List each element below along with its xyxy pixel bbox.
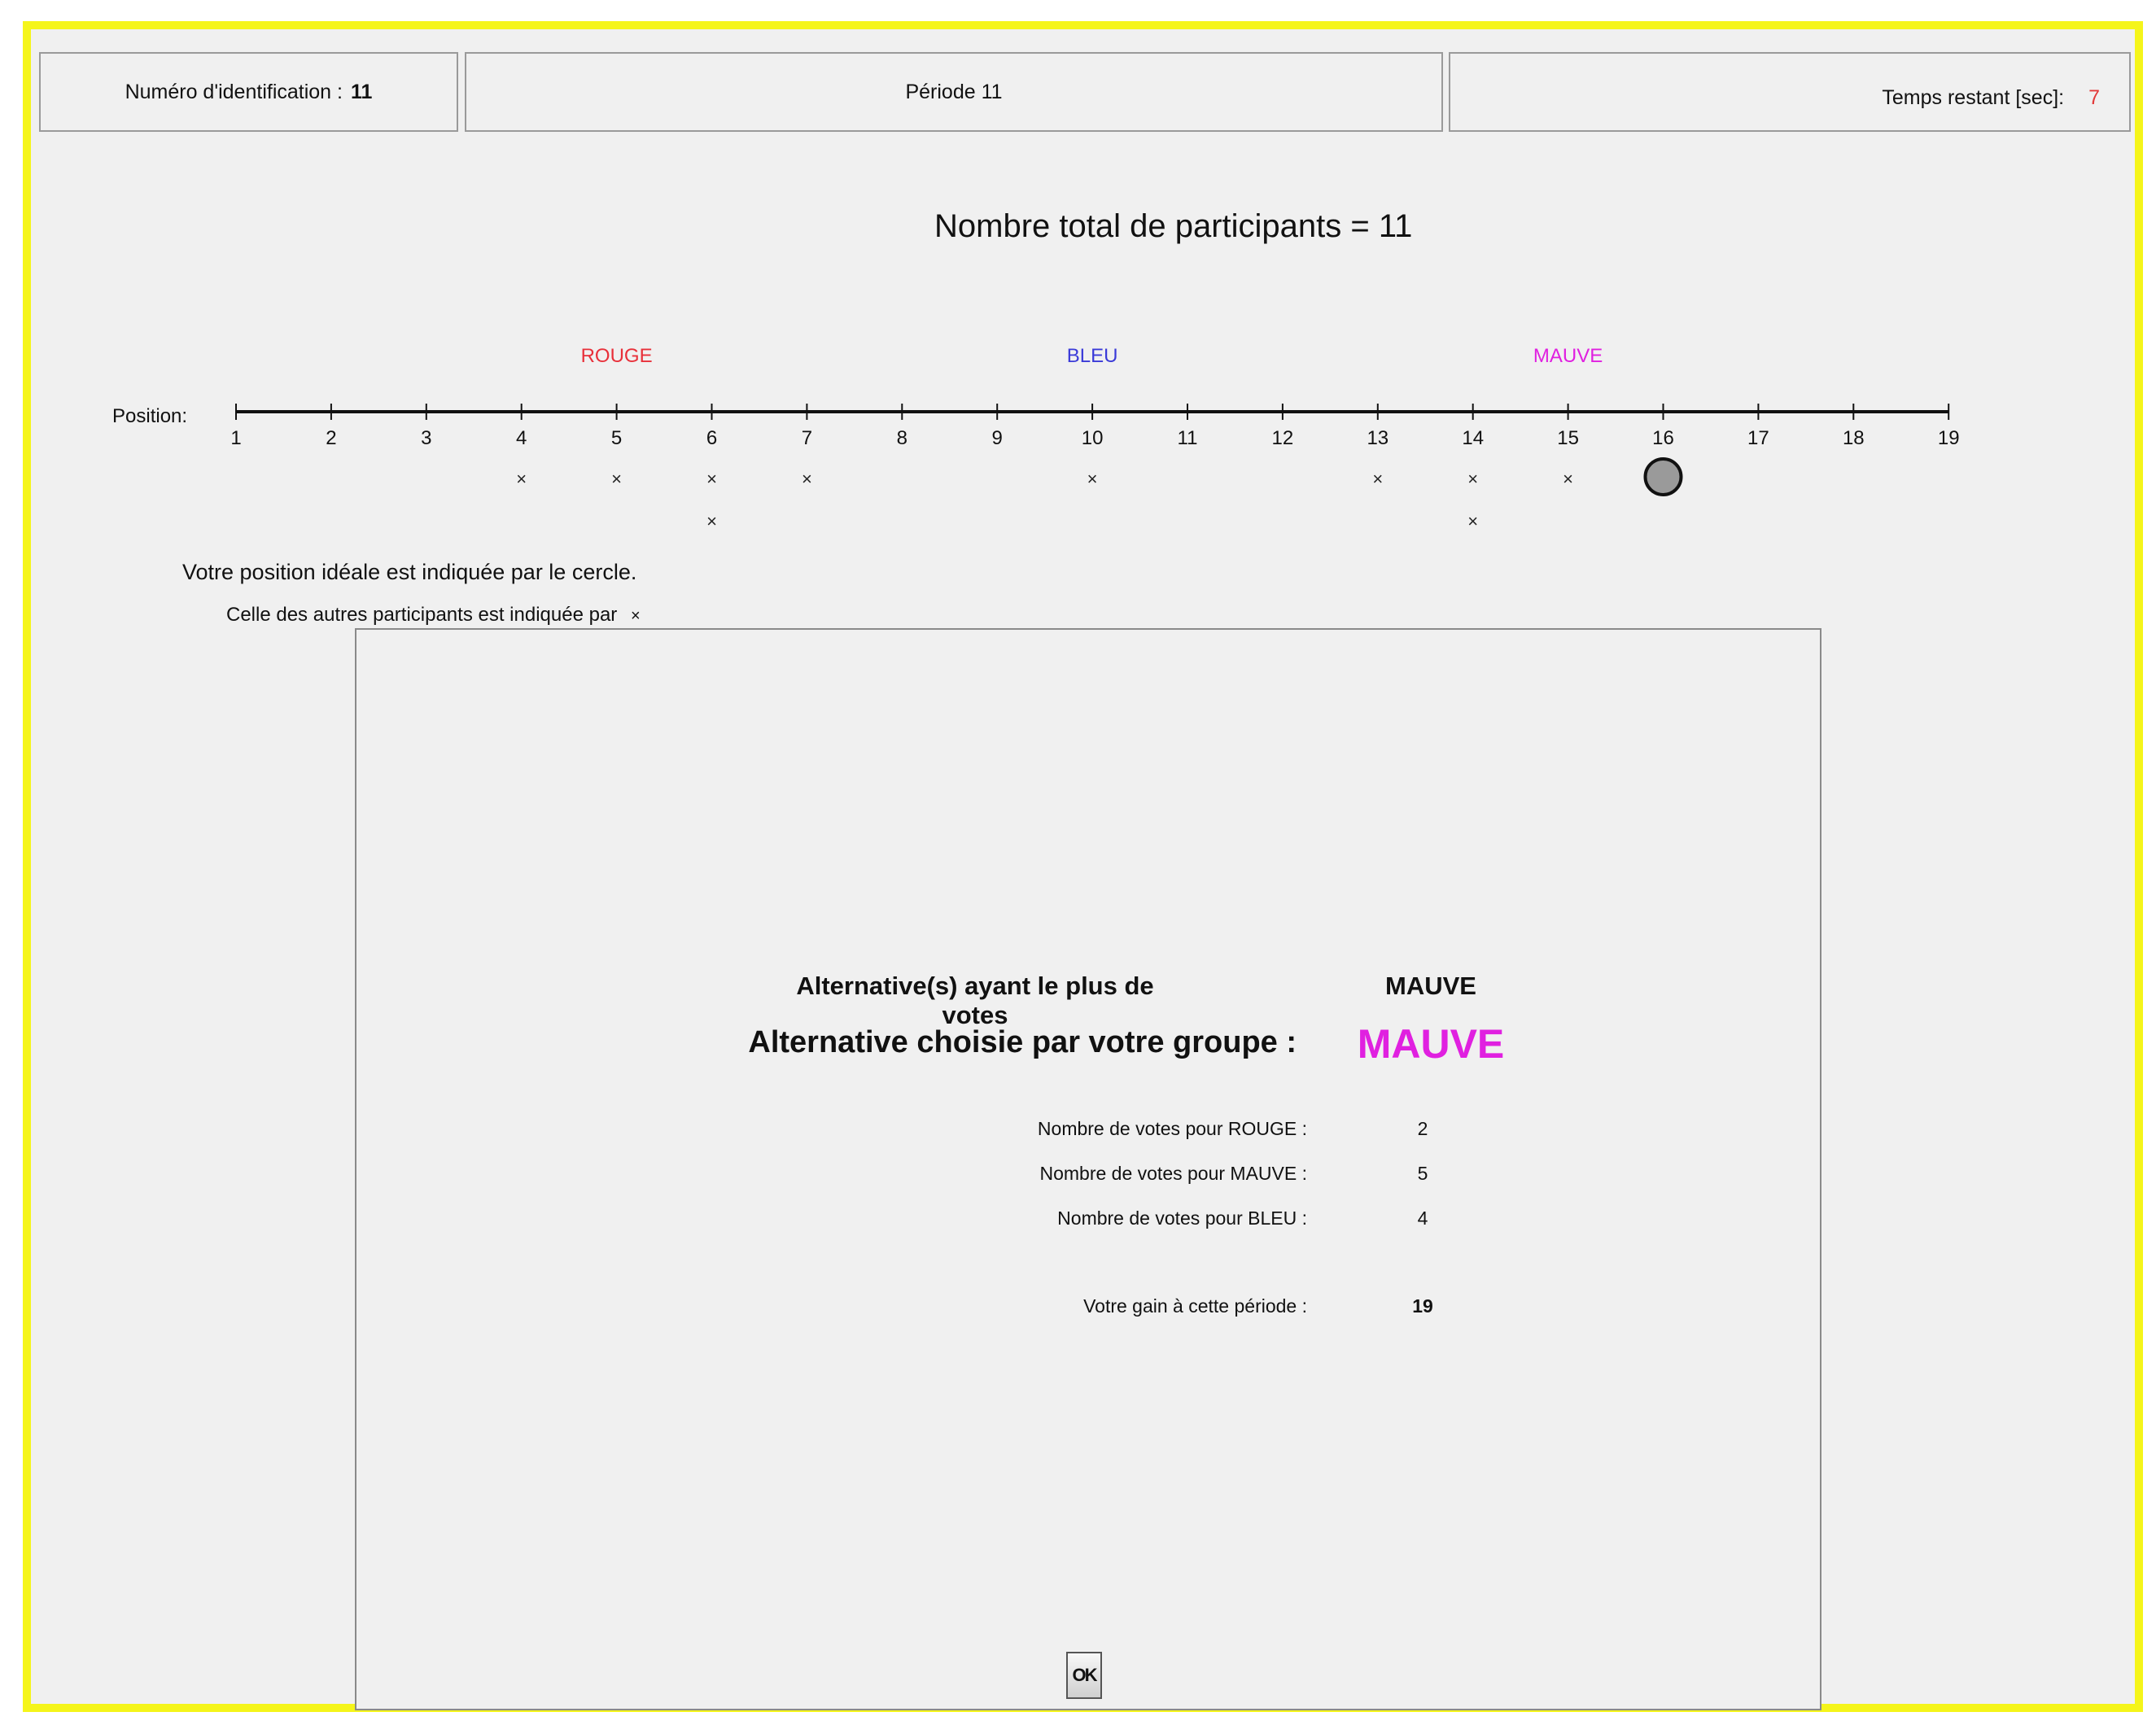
gain-label: Votre gain à cette période : [1083,1295,1307,1317]
time-label: Temps restant [sec]: [1882,85,2065,109]
id-label: Numéro d'identification : [125,80,343,103]
results-panel: Alternative(s) ayant le plus de votes MA… [355,628,1821,1710]
axis-tick-label: 18 [1843,427,1865,449]
chosen-value: MAUVE [1357,1021,1505,1067]
participant-marker: × [706,469,717,489]
participant-marker: × [1467,469,1478,489]
axis-tick-label: 15 [1557,427,1579,449]
votes-value: 4 [1417,1208,1428,1229]
participant-marker: × [802,469,812,489]
participant-marker: × [516,469,527,489]
participant-marker: × [1372,469,1383,489]
axis-tick-label: 12 [1272,427,1294,449]
ideal-position-note: Votre position idéale est indiquée par l… [182,560,637,584]
most-votes-value: MAUVE [1385,972,1476,1000]
alternative-label-mauve: MAUVE [1533,345,1603,367]
own-position-circle [1643,457,1683,496]
most-votes-label: Alternative(s) ayant le plus de votes [796,972,1154,1029]
axis-tick-label: 16 [1652,427,1674,449]
votes-label: Nombre de votes pour MAUVE : [1039,1163,1307,1184]
votes-label: Nombre de votes pour ROUGE : [1037,1118,1307,1139]
axis-tick-label: 7 [802,427,812,449]
votes-value: 5 [1417,1163,1428,1184]
id-header-box: Numéro d'identification : 11 [39,52,458,132]
gain-value: 19 [1412,1295,1433,1317]
axis-tick-label: 17 [1747,427,1769,449]
others-position-note: Celle des autres participants est indiqu… [226,604,641,627]
axis-tick-label: 4 [516,427,527,449]
participant-marker: × [1087,469,1098,489]
axis-tick-label: 10 [1082,427,1104,449]
axis-tick-label: 3 [421,427,431,449]
votes-value: 2 [1417,1118,1428,1139]
participant-marker: × [1563,469,1573,489]
participant-marker: × [1467,511,1478,531]
time-header-box: Temps restant [sec]: 7 [1449,52,2131,132]
axis-tick-label: 6 [706,427,717,449]
participant-marker: × [611,469,622,489]
position-axis: 1 2 3 4 5 6 7 8 9 10 11 12 13 14 15 16 17 18 19× × ××× × × ××× [230,404,1960,531]
id-value: 11 [350,80,373,103]
axis-tick-label: 19 [1938,427,1960,449]
axis-tick-label: 13 [1367,427,1388,449]
alternative-label-rouge: ROUGE [580,345,653,367]
axis-tick-label: 8 [897,427,907,449]
axis-tick-label: 14 [1462,427,1484,449]
participant-marker: × [706,511,717,531]
chosen-label: Alternative choisie par votre groupe : [748,1025,1297,1059]
participants-title: Nombre total de participants = 11 [934,208,1413,244]
time-value: 7 [2088,85,2100,109]
axis-tick-label: 2 [326,427,336,449]
alternative-label-bleu: BLEU [1066,345,1118,367]
experiment-window: Numéro d'identification : 11 Période 11 … [23,21,2143,1712]
axis-tick-label: 1 [230,427,241,449]
period-header-box: Période 11 [465,52,1443,132]
axis-tick-label: 9 [992,427,1003,449]
others-note-text: Celle des autres participants est indiqu… [226,604,618,626]
axis-tick-label: 5 [611,427,622,449]
cross-marker-icon: × [630,607,641,625]
votes-label: Nombre de votes pour BLEU : [1057,1208,1307,1229]
ok-button[interactable]: OK [1066,1652,1102,1699]
period-label: Période 11 [905,80,1003,103]
axis-tick-label: 11 [1178,427,1198,449]
